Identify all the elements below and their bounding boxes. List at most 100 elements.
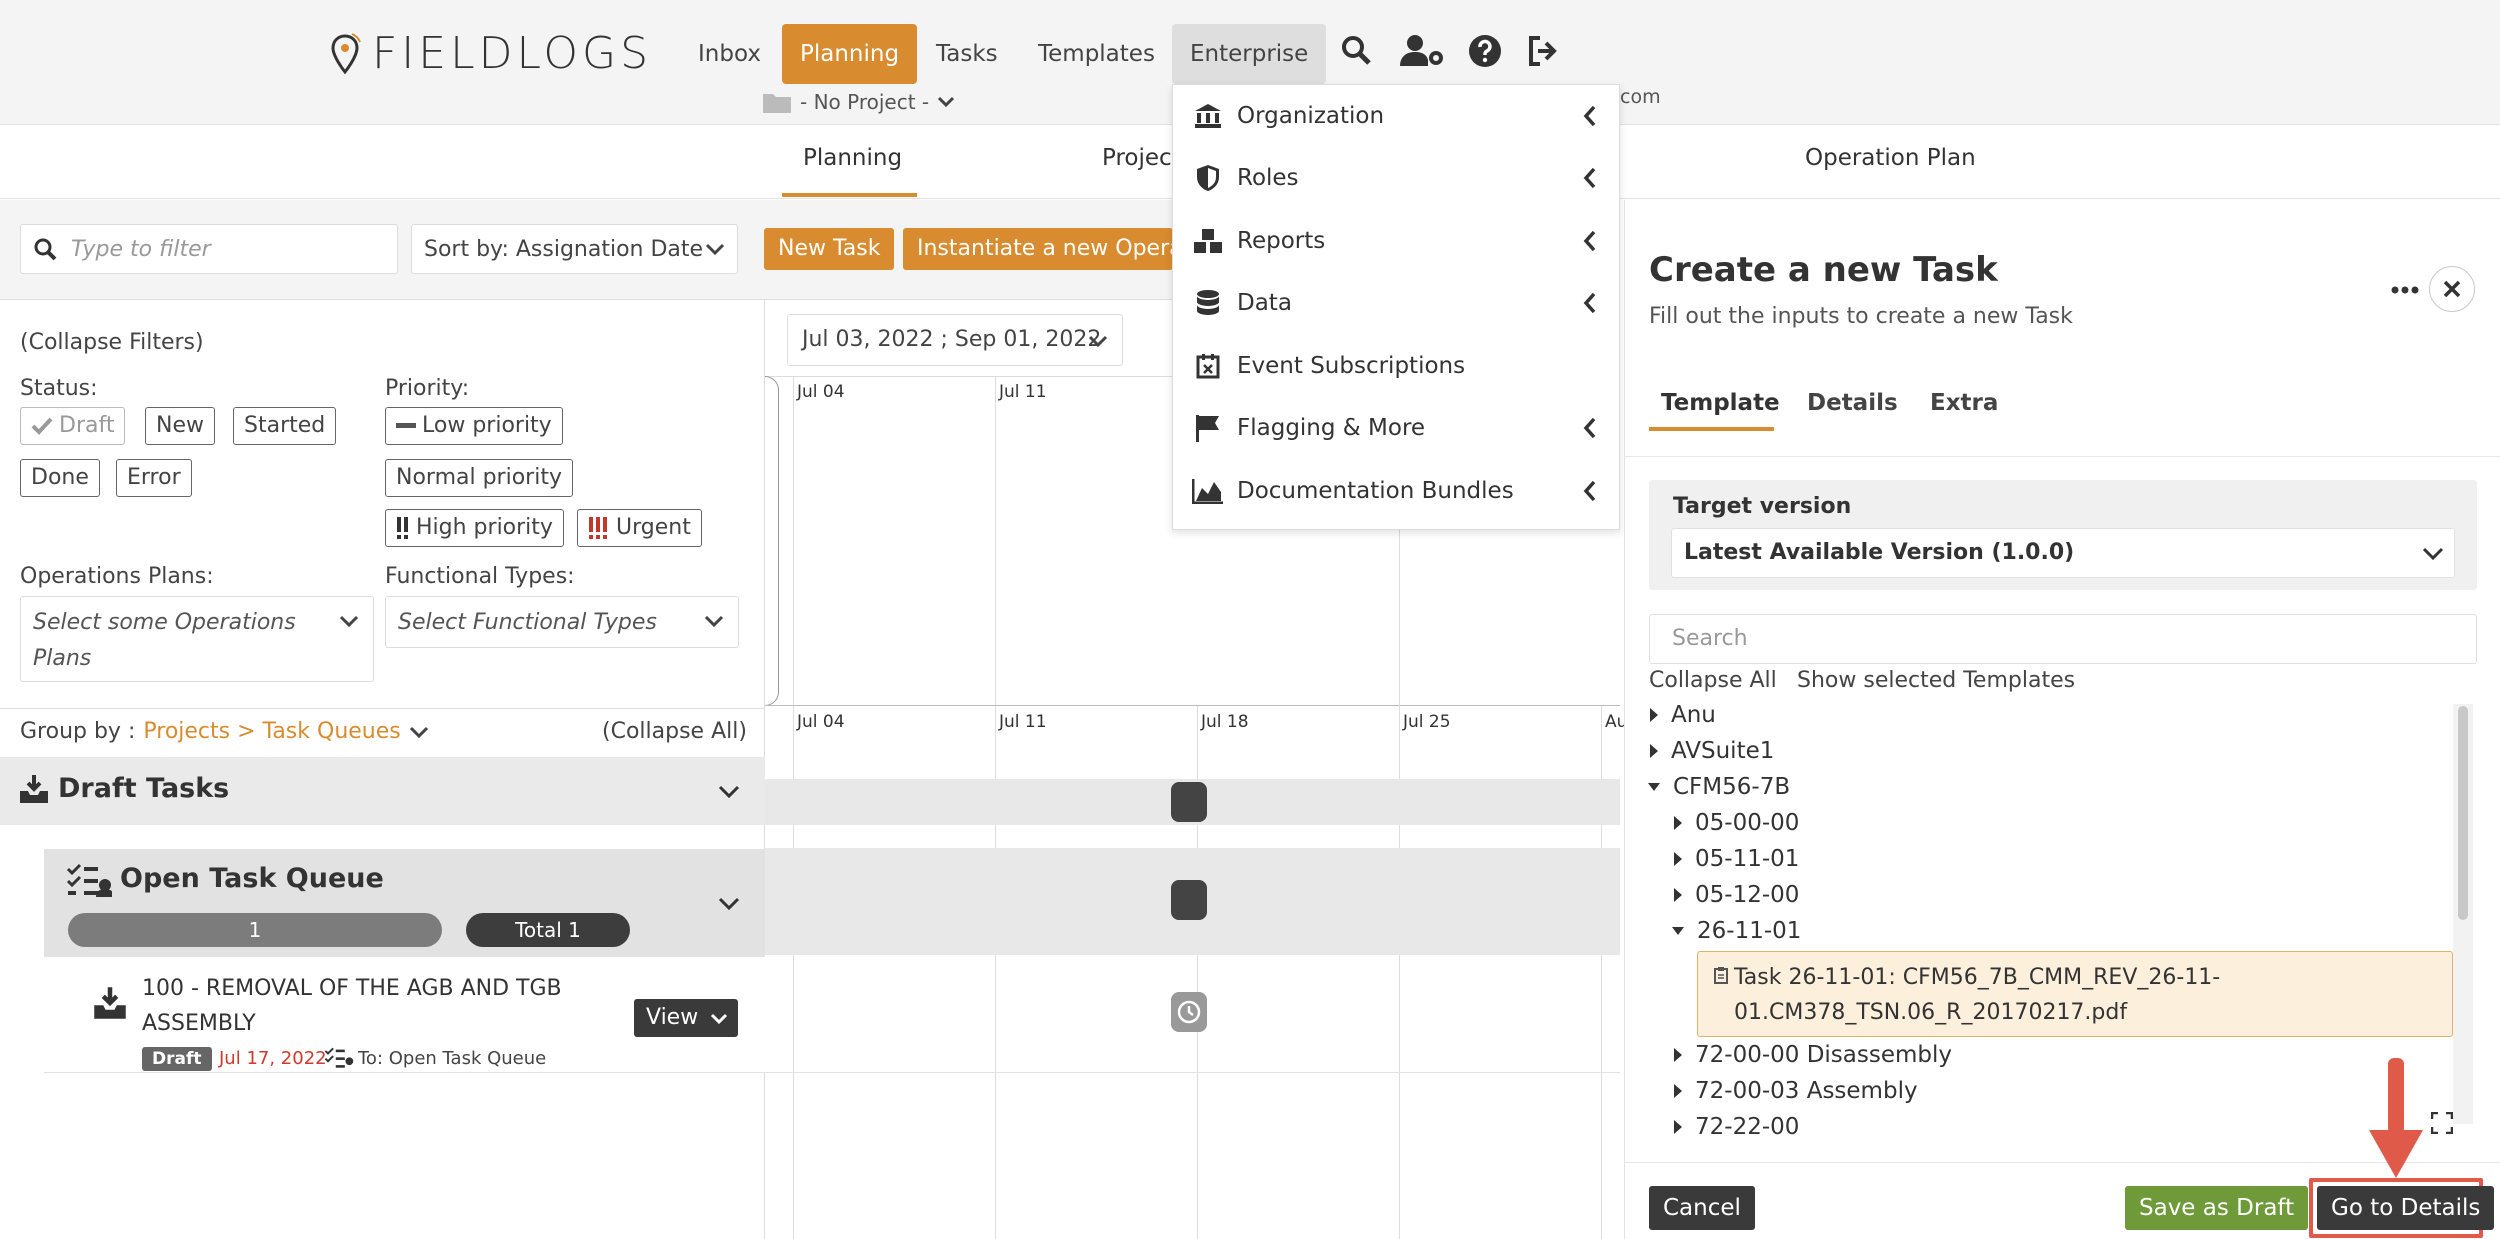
nav-templates[interactable]: Templates — [1020, 24, 1173, 84]
operations-plans-select[interactable]: Select some Operations Plans — [20, 596, 374, 682]
help-icon[interactable] — [1468, 34, 1502, 68]
search-icon[interactable] — [1340, 34, 1372, 66]
project-selector[interactable]: - No Project - — [762, 90, 955, 114]
tree-node-05-00-00[interactable]: 05-00-00 — [1673, 810, 1799, 836]
panel-tab-divider — [1625, 456, 2500, 457]
go-to-details-button[interactable]: Go to Details — [2317, 1186, 2495, 1230]
nav-inbox[interactable]: Inbox — [680, 24, 779, 84]
open-task-queue-group[interactable]: Open Task Queue 1 Total 1 — [44, 849, 765, 957]
caret-right-icon — [1674, 816, 1682, 830]
tree-node-05-11-01[interactable]: 05-11-01 — [1673, 846, 1799, 872]
tree-scrollbar[interactable] — [2453, 704, 2473, 1124]
tree-node-label: Anu — [1671, 702, 1716, 728]
timeline-tick: Jul 18 — [1201, 712, 1249, 732]
selected-template-line2: 01.CM378_TSN.06_R_20170217.pdf — [1734, 1000, 2128, 1025]
clock-icon — [1177, 1000, 1201, 1024]
expand-icon[interactable] — [2431, 1112, 2453, 1134]
template-search-input[interactable]: Search — [1649, 614, 2477, 664]
caret-right-icon — [1674, 852, 1682, 866]
menu-item-roles[interactable]: Roles — [1173, 147, 1621, 209]
status-chip-new[interactable]: New — [145, 407, 215, 445]
tab-planning[interactable]: Planning — [803, 145, 902, 171]
date-range-picker[interactable]: Jul 03, 2022 ; Sep 01, 2022 — [787, 314, 1123, 366]
caret-right-icon — [1650, 744, 1658, 758]
menu-item-documentation-bundles[interactable]: Documentation Bundles — [1173, 460, 1621, 522]
target-version-value: Latest Available Version (1.0.0) — [1684, 540, 2075, 565]
status-chip-draft[interactable]: Draft — [20, 407, 126, 445]
priority-chip-normal[interactable]: Normal priority — [385, 459, 573, 497]
draft-tasks-title: Draft Tasks — [58, 773, 230, 804]
tree-node-72-00-03[interactable]: 72-00-03 Assembly — [1673, 1078, 1918, 1104]
close-panel-button[interactable] — [2429, 266, 2475, 312]
chevron-down-icon — [710, 1013, 728, 1025]
tree-node-anu[interactable]: Anu — [1649, 702, 1716, 728]
gantt-queue-marker[interactable] — [1171, 880, 1207, 920]
priority-chip-urgent[interactable]: Urgent — [577, 509, 702, 547]
save-as-draft-button[interactable]: Save as Draft — [2125, 1186, 2309, 1230]
status-chip-started[interactable]: Started — [233, 407, 337, 445]
show-selected-templates-link[interactable]: Show selected Templates — [1797, 668, 2075, 693]
collapse-filters-link[interactable]: (Collapse Filters) — [20, 330, 204, 355]
menu-item-label: Data — [1237, 290, 1292, 316]
panel-tab-template[interactable]: Template — [1661, 390, 1780, 416]
functional-types-select[interactable]: Select Functional Types — [385, 596, 739, 648]
group-by-control[interactable]: Group by : Projects > Task Queues — [20, 719, 429, 744]
tree-node-avsuite1[interactable]: AVSuite1 — [1649, 738, 1774, 764]
chevron-down-icon — [704, 615, 724, 627]
tree-node-26-11-01[interactable]: 26-11-01 — [1671, 918, 1801, 944]
filter-input[interactable]: Type to filter — [20, 224, 398, 274]
nav-planning[interactable]: Planning — [782, 24, 918, 84]
selected-template-line1: Task 26-11-01: CFM56_7B_CMM_REV_26-11- — [1734, 965, 2221, 990]
draft-tasks-group[interactable]: Draft Tasks — [0, 757, 765, 825]
menu-item-reports[interactable]: Reports — [1173, 210, 1621, 272]
collapse-all-link[interactable]: (Collapse All) — [602, 719, 747, 744]
status-label: Status: — [20, 376, 98, 401]
cancel-button[interactable]: Cancel — [1649, 1186, 1755, 1230]
view-button[interactable]: View — [634, 999, 738, 1037]
sort-select[interactable]: Sort by: Assignation Date — [411, 224, 738, 274]
nav-tasks[interactable]: Tasks — [918, 24, 1016, 84]
user-settings-icon[interactable] — [1400, 34, 1446, 68]
task-row[interactable]: 100 - REMOVAL OF THE AGB AND TGB ASSEMBL… — [44, 957, 765, 1073]
new-task-button[interactable]: New Task — [764, 228, 895, 270]
tree-node-cfm56-7b[interactable]: CFM56-7B — [1647, 774, 1790, 800]
inbox-download-icon — [20, 775, 48, 803]
gantt-task-marker[interactable] — [1171, 992, 1207, 1032]
collapse-all-templates-link[interactable]: Collapse All — [1649, 668, 1777, 693]
tab-operation-plan[interactable]: Operation Plan — [1805, 145, 1976, 171]
menu-item-event-subscriptions[interactable]: Event Subscriptions — [1173, 335, 1621, 397]
status-chip-error[interactable]: Error — [116, 459, 192, 497]
menu-item-data[interactable]: Data — [1173, 272, 1621, 334]
status-chip-done[interactable]: Done — [20, 459, 100, 497]
target-version-select[interactable]: Latest Available Version (1.0.0) — [1671, 528, 2455, 578]
tree-node-label: CFM56-7B — [1673, 774, 1791, 800]
selected-template-item[interactable]: Task 26-11-01: CFM56_7B_CMM_REV_26-11- 0… — [1697, 951, 2453, 1037]
arrow-down-icon — [2369, 1058, 2423, 1178]
gantt-group-marker[interactable] — [1171, 782, 1207, 822]
priority-chip-high[interactable]: High priority — [385, 509, 564, 547]
status-chip-label: New — [156, 413, 204, 438]
tree-node-72-00-00[interactable]: 72-00-00 Disassembly — [1673, 1042, 1952, 1068]
menu-item-flagging[interactable]: Flagging & More — [1173, 397, 1621, 459]
panel-tab-details[interactable]: Details — [1807, 390, 1898, 416]
minus-icon — [396, 423, 416, 428]
logout-icon[interactable] — [1526, 34, 1560, 68]
instantiate-operation-button[interactable]: Instantiate a new Operat — [903, 228, 1173, 270]
tree-scrollbar-thumb[interactable] — [2458, 706, 2468, 920]
tree-node-label: 72-22-00 — [1695, 1114, 1800, 1140]
tree-node-72-22-00[interactable]: 72-22-00 — [1673, 1114, 1799, 1140]
tree-node-05-12-00[interactable]: 05-12-00 — [1673, 882, 1799, 908]
panel-tab-extra[interactable]: Extra — [1930, 390, 1998, 416]
timeline-tick: Jul 11 — [999, 712, 1047, 732]
priority-chip-low[interactable]: Low priority — [385, 407, 563, 445]
view-button-label: View — [646, 1005, 699, 1030]
status-chip-label: Draft — [59, 413, 115, 438]
status-chip-label: Done — [31, 465, 89, 490]
menu-item-organization[interactable]: Organization — [1173, 85, 1621, 147]
tab-projects[interactable]: Project — [1102, 145, 1181, 171]
priority-chip-label: Normal priority — [396, 465, 562, 490]
nav-enterprise[interactable]: Enterprise — [1172, 24, 1327, 84]
more-options-icon[interactable] — [2391, 286, 2419, 294]
brand-logo[interactable]: FIELDLOGS — [328, 28, 652, 79]
panel-title: Create a new Task — [1649, 250, 1998, 290]
